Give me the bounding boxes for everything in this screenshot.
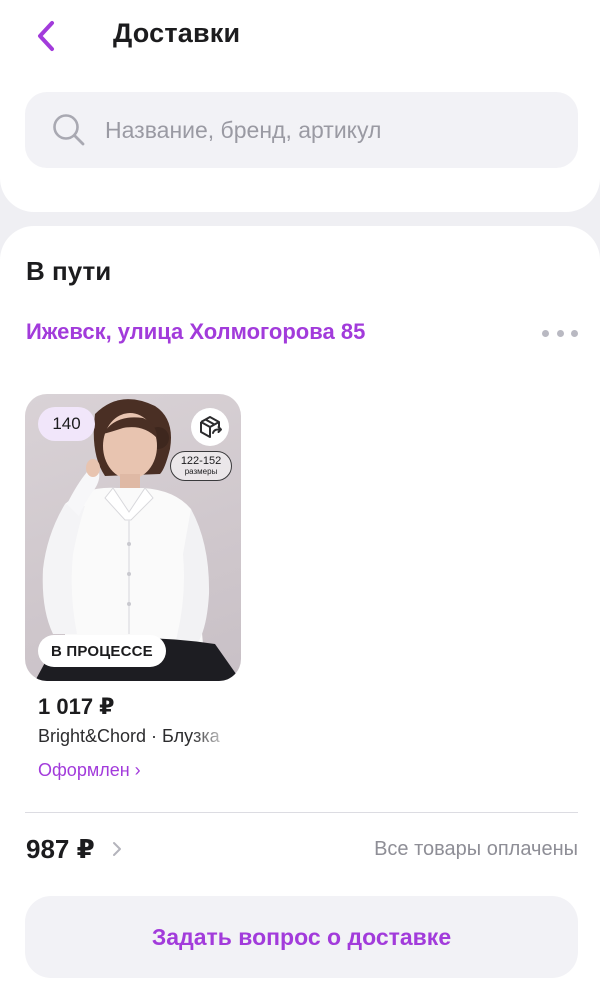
delivery-address[interactable]: Ижевск, улица Холмогорова 85 [26,319,365,345]
back-button[interactable] [26,14,66,58]
search-icon [51,112,87,148]
section-title: В пути [26,256,112,286]
more-options-button[interactable] [536,320,584,346]
sizes-range: 122-152 [180,455,222,467]
return-box-icon[interactable] [191,408,229,446]
ask-delivery-question-button[interactable]: Задать вопрос о доставке [25,896,578,978]
product-name[interactable]: Bright&Chord · Блузка [38,726,234,747]
more-horizontal-icon [542,329,549,337]
chevron-right-icon[interactable] [110,839,124,859]
page-title: Доставки [113,18,241,48]
sizes-range-badge: 122-152 размеры [170,451,232,481]
delivery-card: В пути Ижевск, улица Холмогорова 85 140 … [0,226,600,998]
size-badge: 140 [38,407,95,441]
more-horizontal-icon [556,329,564,337]
header-card: Доставки [0,0,600,212]
total-price[interactable]: 987 ₽ [26,834,95,865]
status-badge: В ПРОЦЕССЕ [38,635,166,667]
payment-status: Все товары оплачены [374,838,578,860]
order-status-link[interactable]: Оформлен › [38,760,141,781]
search-bar[interactable] [25,92,578,168]
more-horizontal-icon [571,329,578,337]
chevron-left-icon [38,21,54,51]
divider [25,812,578,813]
sizes-unit: размеры [184,467,218,476]
product-price: 1 017 ₽ [38,694,115,719]
search-input[interactable] [105,116,535,144]
product-image[interactable]: 140 122-152 размеры В ПРОЦЕССЕ [25,394,241,681]
